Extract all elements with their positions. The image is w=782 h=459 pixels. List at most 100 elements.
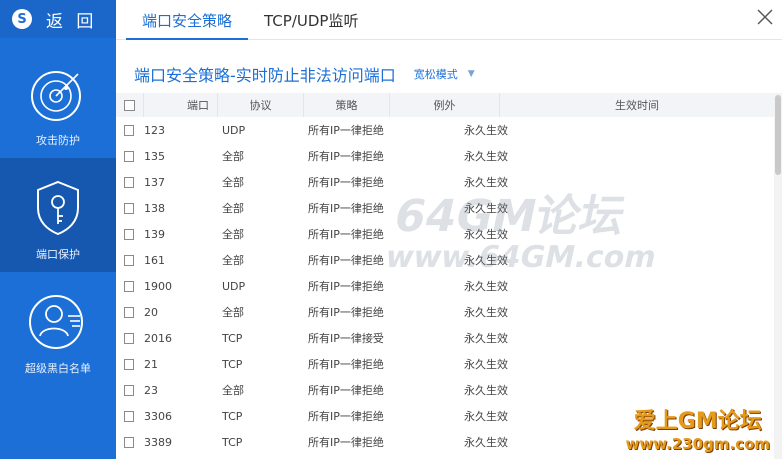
cell-protocol: 全部 (222, 254, 244, 267)
row-checkbox-cell (116, 176, 134, 188)
table-row[interactable]: 139 全部 所有IP一律拒绝 永久生效 (116, 221, 774, 247)
cell-port: 138 (144, 201, 165, 215)
cell-protocol: 全部 (222, 150, 244, 163)
cell-policy: 所有IP一律拒绝 (308, 280, 384, 293)
row-checkbox-cell (116, 384, 134, 396)
row-checkbox[interactable] (124, 150, 134, 162)
tab-port-policy[interactable]: 端口安全策略 (126, 10, 249, 40)
row-checkbox-cell (116, 254, 134, 266)
cell-port: 2016 (144, 331, 172, 345)
mode-label: 宽松模式 (413, 68, 458, 81)
row-checkbox[interactable] (124, 436, 134, 448)
table-body: 123 UDP 所有IP一律拒绝 永久生效 135 全部 所有IP一律拒绝 永久生效 137 全部… (116, 117, 774, 455)
sidebar-item-attack-protection[interactable]: 攻击防护 (0, 44, 116, 158)
header-checkbox-cell (116, 93, 144, 117)
row-checkbox[interactable] (124, 254, 134, 266)
sidebar-item-super-blacklist[interactable]: 超级黑白名单 (0, 272, 116, 386)
row-checkbox-cell (116, 124, 134, 136)
row-checkbox[interactable] (124, 410, 134, 422)
vertical-scrollbar[interactable] (774, 93, 782, 459)
cell-port: 161 (144, 253, 165, 267)
table-row[interactable]: 23 全部 所有IP一律拒绝 永久生效 (116, 377, 774, 403)
mode-dropdown[interactable]: 宽松模式 ▼ (414, 66, 475, 82)
header-exception-label: 例外 (433, 99, 456, 112)
table-row[interactable]: 21 TCP 所有IP一律拒绝 永久生效 (116, 351, 774, 377)
user-list-icon (29, 295, 83, 349)
row-checkbox[interactable] (124, 280, 134, 292)
table-row[interactable]: 3389 TCP 所有IP一律拒绝 永久生效 (116, 429, 774, 455)
header-exception[interactable]: 例外 (390, 93, 500, 117)
cell-policy: 所有IP一律拒绝 (308, 306, 384, 319)
table-row[interactable]: 2016 TCP 所有IP一律接受 永久生效 (116, 325, 774, 351)
tab-tcp-udp-listen[interactable]: TCP/UDP监听 (248, 10, 374, 39)
row-checkbox[interactable] (124, 306, 134, 318)
row-checkbox[interactable] (124, 332, 134, 344)
header-port-label: 端口 (187, 99, 209, 112)
table-row[interactable]: 137 全部 所有IP一律拒绝 永久生效 (116, 169, 774, 195)
sidebar-item-port-protection[interactable]: 端口保护 (0, 158, 116, 272)
row-checkbox[interactable] (124, 202, 134, 214)
table-row[interactable]: 1900 UDP 所有IP一律拒绝 永久生效 (116, 273, 774, 299)
cell-protocol: UDP (222, 279, 246, 293)
row-checkbox[interactable] (124, 228, 134, 240)
sidebar-item-label: 攻击防护 (36, 134, 80, 147)
row-checkbox-cell (116, 332, 134, 344)
cell-policy: 所有IP一律拒绝 (308, 384, 384, 397)
row-checkbox[interactable] (124, 384, 134, 396)
row-checkbox[interactable] (124, 358, 134, 370)
table-row[interactable]: 123 UDP 所有IP一律拒绝 永久生效 (116, 117, 774, 143)
table-row[interactable]: 161 全部 所有IP一律拒绝 永久生效 (116, 247, 774, 273)
cell-port: 3389 (144, 435, 172, 449)
cell-time: 永久生效 (464, 150, 508, 163)
close-icon[interactable] (752, 4, 778, 30)
radar-icon (31, 71, 81, 121)
header-policy[interactable]: 策略 (304, 93, 390, 117)
header-policy-label: 策略 (335, 99, 358, 112)
port-policy-table: 端口 协议 策略 例外 生效时间 123 UDP 所有IP一律拒绝 永久生效 135 全部… (116, 93, 774, 455)
cell-policy: 所有IP一律拒绝 (308, 150, 384, 163)
table-row[interactable]: 135 全部 所有IP一律拒绝 永久生效 (116, 143, 774, 169)
cell-time: 永久生效 (464, 176, 508, 189)
cell-protocol: 全部 (222, 202, 244, 215)
cell-policy: 所有IP一律拒绝 (308, 124, 384, 137)
table-row[interactable]: 20 全部 所有IP一律拒绝 永久生效 (116, 299, 774, 325)
cell-time: 永久生效 (464, 280, 508, 293)
cell-protocol: 全部 (222, 228, 244, 241)
cell-port: 137 (144, 175, 165, 189)
cell-time: 永久生效 (464, 436, 508, 449)
header-time[interactable]: 生效时间 (500, 93, 774, 117)
main-panel: 端口安全策略 TCP/UDP监听 端口安全策略-实时防止非法访问端口 宽松模式 … (116, 0, 782, 459)
sidebar: S 返 回 攻击防护 端口保护 超级黑白名单 (0, 0, 116, 459)
shield-logo-icon: S (12, 9, 32, 29)
scroll-thumb[interactable] (775, 95, 781, 175)
cell-port: 20 (144, 305, 158, 319)
select-all-checkbox[interactable] (124, 99, 135, 111)
row-checkbox-cell (116, 202, 134, 214)
row-checkbox[interactable] (124, 176, 134, 188)
table-row[interactable]: 3306 TCP 所有IP一律拒绝 永久生效 (116, 403, 774, 429)
cell-port: 21 (144, 357, 158, 371)
cell-port: 3306 (144, 409, 172, 423)
cell-port: 23 (144, 383, 158, 397)
cell-time: 永久生效 (464, 332, 508, 345)
table-row[interactable]: 138 全部 所有IP一律拒绝 永久生效 (116, 195, 774, 221)
cell-port: 139 (144, 227, 165, 241)
cell-protocol: TCP (222, 409, 243, 423)
cell-port: 1900 (144, 279, 172, 293)
back-button[interactable]: S 返 回 (0, 0, 116, 38)
row-checkbox-cell (116, 306, 134, 318)
header-protocol[interactable]: 协议 (218, 93, 304, 117)
row-checkbox-cell (116, 410, 134, 422)
header-port[interactable]: 端口 (144, 93, 218, 117)
header-protocol-label: 协议 (249, 99, 272, 112)
cell-time: 永久生效 (464, 358, 508, 371)
cell-time: 永久生效 (464, 228, 508, 241)
cell-policy: 所有IP一律接受 (308, 332, 384, 345)
cell-protocol: TCP (222, 331, 243, 345)
cell-time: 永久生效 (464, 124, 508, 137)
back-label: 返 回 (46, 11, 98, 32)
cell-policy: 所有IP一律拒绝 (308, 410, 384, 423)
cell-port: 123 (144, 123, 165, 137)
sidebar-item-label: 端口保护 (36, 248, 80, 261)
row-checkbox[interactable] (124, 124, 134, 136)
